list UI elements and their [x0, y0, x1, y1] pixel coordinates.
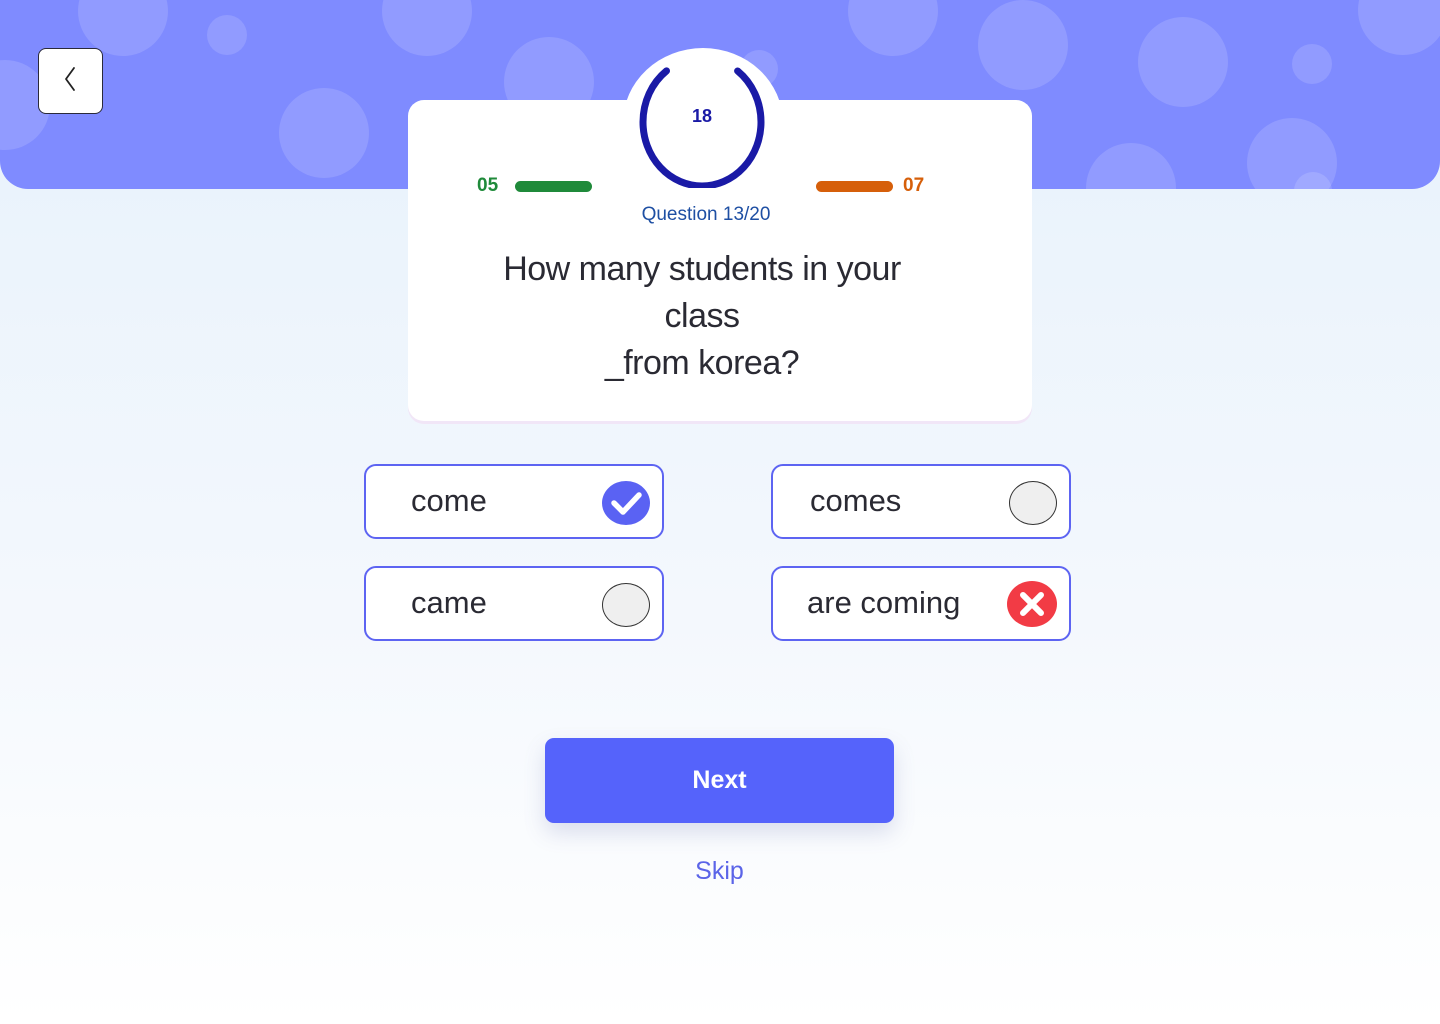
chevron-left-icon	[61, 65, 81, 97]
answer-option-comes[interactable]: comes	[771, 464, 1071, 539]
decor-bubble	[1138, 17, 1228, 107]
back-button[interactable]	[38, 48, 103, 114]
question-text: How many students in your class _from kore…	[503, 250, 901, 382]
question-counter: Question 13/20	[641, 204, 771, 225]
answer-option-came[interactable]: came	[364, 566, 664, 641]
option-label: are coming	[807, 585, 961, 620]
wrong-count: 07	[903, 175, 925, 196]
decor-bubble	[382, 0, 472, 56]
answer-option-are-coming[interactable]: are coming	[771, 566, 1071, 641]
correct-count: 05	[477, 175, 499, 196]
timer-value: 18	[691, 106, 713, 126]
wrong-progress-bar	[816, 181, 893, 192]
option-label: come	[411, 483, 487, 518]
option-label: comes	[810, 483, 902, 518]
decor-bubble	[978, 0, 1068, 90]
countdown-timer: 18	[634, 58, 774, 188]
decor-bubble	[207, 15, 247, 55]
radio-empty-icon	[1009, 481, 1057, 525]
skip-link[interactable]: Skip	[545, 857, 894, 886]
decor-bubble	[1358, 0, 1440, 55]
x-circle-icon	[1007, 581, 1057, 627]
decor-bubble	[848, 0, 938, 56]
correct-progress-bar	[515, 181, 592, 192]
check-circle-icon	[602, 481, 650, 525]
decor-bubble	[1292, 44, 1332, 84]
option-label: came	[411, 585, 487, 620]
answer-option-come[interactable]: come	[364, 464, 664, 539]
radio-empty-icon	[602, 583, 650, 627]
decor-bubble	[279, 88, 369, 178]
decor-bubble	[1086, 143, 1176, 189]
next-button[interactable]: Next	[545, 738, 894, 823]
